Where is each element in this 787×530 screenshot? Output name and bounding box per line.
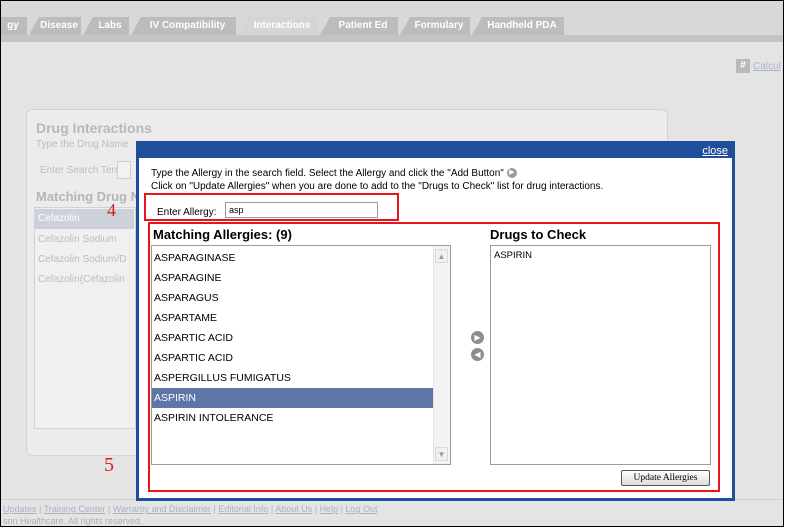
tab-interactions[interactable]: Interactions <box>238 17 318 35</box>
matching-allergies-heading: Matching Allergies: (9) <box>153 227 292 242</box>
allergy-list-item[interactable]: ASPIRIN INTOLERANCE <box>152 408 434 428</box>
scroll-down-icon[interactable]: ▼ <box>435 447 448 461</box>
footer-links: Updates | Training Center | Warranty and… <box>3 504 378 514</box>
allergy-list-item[interactable]: ASPARAGUS <box>152 288 434 308</box>
tab-patient-ed[interactable]: Patient Ed <box>320 17 398 35</box>
footer-link-warranty[interactable]: Warranty and Disclaimer <box>113 504 211 514</box>
matching-drug-item[interactable]: Cefazolin(Cefazolin <box>38 274 125 285</box>
add-arrow-button[interactable]: ▶ <box>471 331 484 344</box>
drugs-to-check-heading: Drugs to Check <box>490 227 587 242</box>
footer-link-updates[interactable]: Updates <box>3 504 37 514</box>
annotation-box-4 <box>144 193 399 221</box>
allergy-list-item[interactable]: ASPERGILLUS FUMIGATUS <box>152 368 434 388</box>
tab-handheld-pda[interactable]: Handheld PDA <box>472 17 564 35</box>
update-allergies-button[interactable]: Update Allergies <box>621 470 710 486</box>
calculator-link-label[interactable]: Calcul <box>753 61 781 72</box>
search-term-label: Enter Search Term: <box>40 165 126 176</box>
calculator-link[interactable]: # Calcul <box>736 59 781 73</box>
tab-iv-compatibility[interactable]: IV Compatibility <box>131 17 236 35</box>
modal-header: close <box>139 144 732 158</box>
footer-link-editorial-info[interactable]: Editorial Info <box>218 504 268 514</box>
annotation-label-4: 4 <box>107 200 116 220</box>
matching-allergies-list[interactable]: ASPARAGINASE ASPARAGINE ASPARAGUS ASPART… <box>151 245 451 465</box>
footer-copyright: son Healthcare. All rights reserved. <box>3 516 143 526</box>
annotation-label-5: 5 <box>104 454 114 476</box>
calculator-icon: # <box>736 59 750 73</box>
matching-drug-item[interactable]: Cefazolin <box>34 209 134 229</box>
allergy-list-item[interactable]: ASPARTIC ACID <box>152 328 434 348</box>
allergy-list-item-selected[interactable]: ASPIRIN <box>152 388 434 408</box>
allergy-list-scrollbar[interactable]: ▲ ▼ <box>433 246 450 464</box>
allergy-list-item[interactable]: ASPARTAME <box>152 308 434 328</box>
modal-instruction-1: Type the Allergy in the search field. Se… <box>151 168 517 179</box>
drug-interactions-subtitle: Type the Drug Name <box>36 139 129 150</box>
matching-drug-item[interactable]: Cefazolin Sodium/D <box>38 254 126 265</box>
footer-link-training-center[interactable]: Training Center <box>44 504 106 514</box>
tab-bar-underline <box>1 35 783 42</box>
footer-link-help[interactable]: Help <box>320 504 339 514</box>
allergy-list-item[interactable]: ASPARAGINE <box>152 268 434 288</box>
drug-interactions-title: Drug Interactions <box>36 120 152 136</box>
drug-to-check-item[interactable]: ASPIRIN <box>494 250 532 261</box>
matching-drugs-heading: Matching Drug N <box>36 189 140 204</box>
footer-link-log-out[interactable]: Log Out <box>345 504 377 514</box>
screen-frame: gy Disease Labs IV Compatibility Interac… <box>0 0 784 527</box>
matching-drug-item[interactable]: Cefazolin Sodium <box>38 234 116 245</box>
tab-formulary[interactable]: Formulary <box>400 17 470 35</box>
instruction-1-text: Type the Allergy in the search field. Se… <box>151 168 504 179</box>
modal-instruction-2: Click on "Update Allergies" when you are… <box>151 181 604 192</box>
allergy-list-item[interactable]: ASPARAGINASE <box>152 248 434 268</box>
search-term-input[interactable] <box>117 161 131 179</box>
scroll-up-icon[interactable]: ▲ <box>435 249 448 263</box>
footer-link-about-us[interactable]: About Us <box>275 504 312 514</box>
remove-arrow-button[interactable]: ◀ <box>471 348 484 361</box>
close-link[interactable]: close <box>702 144 728 158</box>
tab-allergy[interactable]: gy <box>1 17 27 35</box>
allergy-list-item[interactable]: ASPARTIC ACID <box>152 348 434 368</box>
drugs-to-check-list[interactable]: ASPIRIN <box>490 245 711 465</box>
add-arrow-icon: ▶ <box>506 168 517 179</box>
